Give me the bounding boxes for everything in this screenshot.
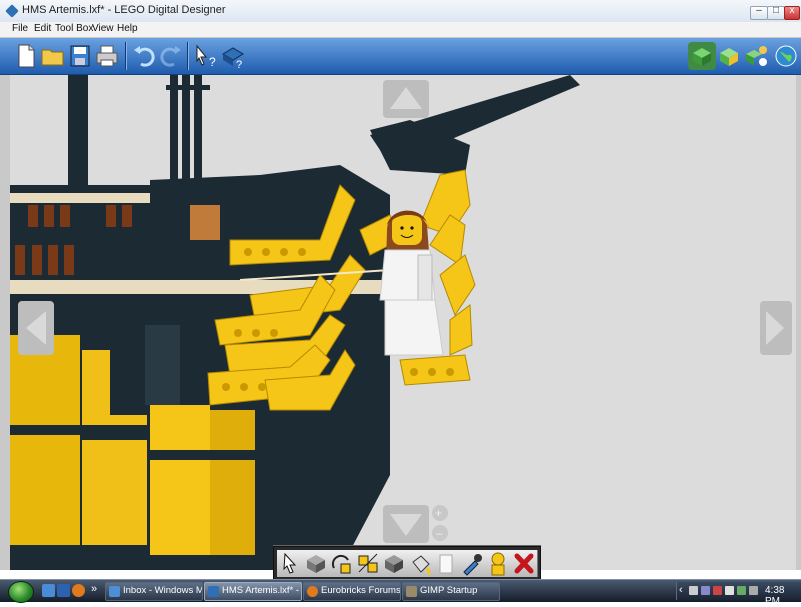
build-mode-icon[interactable] (688, 42, 716, 70)
app-icon (5, 4, 19, 18)
gimp-icon (406, 586, 417, 597)
deck-rail (10, 193, 160, 203)
delete-icon[interactable] (511, 550, 538, 577)
menu-edit[interactable]: Edit (34, 23, 51, 34)
globe-icon[interactable] (772, 42, 800, 70)
close-glyph: x (789, 5, 795, 16)
volume-icon[interactable] (725, 586, 734, 595)
help-pointer-icon[interactable]: ? (192, 42, 220, 70)
hinge-align-icon[interactable] (355, 550, 382, 577)
main-toolbar: ? ? (0, 38, 801, 75)
safely-remove-icon[interactable] (689, 586, 698, 595)
tool-palette (273, 546, 541, 581)
taskbar: » Inbox - Windows Mail HMS Artemis.lxf* … (0, 579, 801, 607)
network-icon[interactable] (701, 586, 710, 595)
switch-windows-icon[interactable] (57, 584, 70, 597)
firefox-icon (307, 586, 318, 597)
quicklaunch-chevron[interactable]: » (91, 583, 97, 595)
porthole (190, 205, 220, 240)
task-windows-mail[interactable]: Inbox - Windows Mail (105, 582, 203, 601)
rotate-right-arrow[interactable] (760, 301, 792, 355)
show-desktop-icon[interactable] (42, 584, 55, 597)
menu-bar: File Edit Tool Box View Help (0, 22, 801, 38)
toolbar-separator (187, 42, 188, 70)
security-icon[interactable] (713, 586, 722, 595)
rotate-down-arrow[interactable] (383, 505, 429, 543)
building-guide-icon[interactable] (742, 42, 770, 70)
task-label: Inbox - Windows Mail (123, 585, 203, 596)
mail-icon (109, 586, 120, 597)
hide-icon[interactable] (433, 550, 460, 577)
task-label: GIMP Startup (420, 585, 478, 596)
rotate-up-arrow[interactable] (383, 80, 429, 118)
color-picker-icon[interactable] (459, 550, 486, 577)
start-button[interactable] (8, 581, 34, 603)
undo-icon[interactable] (130, 42, 158, 70)
rigging-bar (194, 75, 202, 195)
zoom-controls[interactable]: + – (432, 505, 448, 541)
minimize-button[interactable]: – (750, 5, 768, 20)
new-file-icon[interactable] (12, 42, 40, 70)
task-lego-designer[interactable]: HMS Artemis.lxf* - L... (204, 582, 302, 601)
clone-icon[interactable] (303, 550, 330, 577)
paint-bucket-icon[interactable] (407, 550, 434, 577)
menu-help[interactable]: Help (117, 23, 138, 34)
view-mode-icon[interactable] (715, 42, 743, 70)
rigging-crossbar (166, 85, 210, 90)
save-disk-icon[interactable] (66, 42, 94, 70)
tray-expand-arrow[interactable]: ‹ (679, 584, 683, 596)
open-folder-icon[interactable] (39, 42, 67, 70)
power-icon[interactable] (749, 586, 758, 595)
svg-text:?: ? (236, 59, 242, 70)
svg-text:–: – (436, 526, 443, 540)
hull-recess (145, 325, 180, 405)
select-arrow-icon[interactable] (277, 550, 304, 577)
redo-icon[interactable] (157, 42, 185, 70)
hinge-icon[interactable] (329, 550, 356, 577)
battery-icon[interactable] (737, 586, 746, 595)
svg-text:+: + (435, 506, 442, 520)
minifig-icon[interactable] (485, 550, 512, 577)
title-bar: HMS Artemis.lxf* - LEGO Digital Designer… (0, 0, 801, 23)
rotate-left-arrow[interactable] (18, 301, 54, 355)
menu-file[interactable]: File (12, 23, 28, 34)
task-gimp[interactable]: GIMP Startup (402, 582, 500, 601)
firefox-quicklaunch-icon[interactable] (72, 584, 85, 597)
hull-rib (110, 325, 150, 415)
toolbar-separator (125, 42, 126, 70)
window-title: HMS Artemis.lxf* - LEGO Digital Designer (22, 4, 226, 16)
maximize-button[interactable]: □ (767, 5, 785, 20)
task-eurobricks[interactable]: Eurobricks Forums -... (303, 582, 401, 601)
print-icon[interactable] (93, 42, 121, 70)
menu-view[interactable]: View (92, 23, 114, 34)
minimize-glyph: – (756, 5, 762, 16)
rigging-bar (182, 75, 190, 195)
maximize-glyph: □ (772, 5, 780, 16)
lego-scene: + – (10, 75, 792, 570)
clock[interactable]: 4:38 PM (765, 585, 801, 607)
3d-viewport[interactable]: + – (10, 75, 796, 570)
rigging-bar (170, 75, 178, 190)
system-tray: ‹ 4:38 PM (676, 582, 801, 607)
task-label: HMS Artemis.lxf* - L... (222, 585, 301, 596)
figurehead-minifig (379, 210, 444, 356)
close-button[interactable]: x (784, 5, 800, 20)
svg-text:?: ? (209, 55, 216, 69)
menu-toolbox[interactable]: Tool Box (55, 23, 93, 34)
help-brick-icon[interactable]: ? (219, 42, 247, 71)
flex-icon[interactable] (381, 550, 408, 577)
lego-designer-icon (208, 586, 219, 597)
right-panel-handle[interactable] (796, 75, 801, 570)
task-label: Eurobricks Forums -... (321, 585, 401, 596)
